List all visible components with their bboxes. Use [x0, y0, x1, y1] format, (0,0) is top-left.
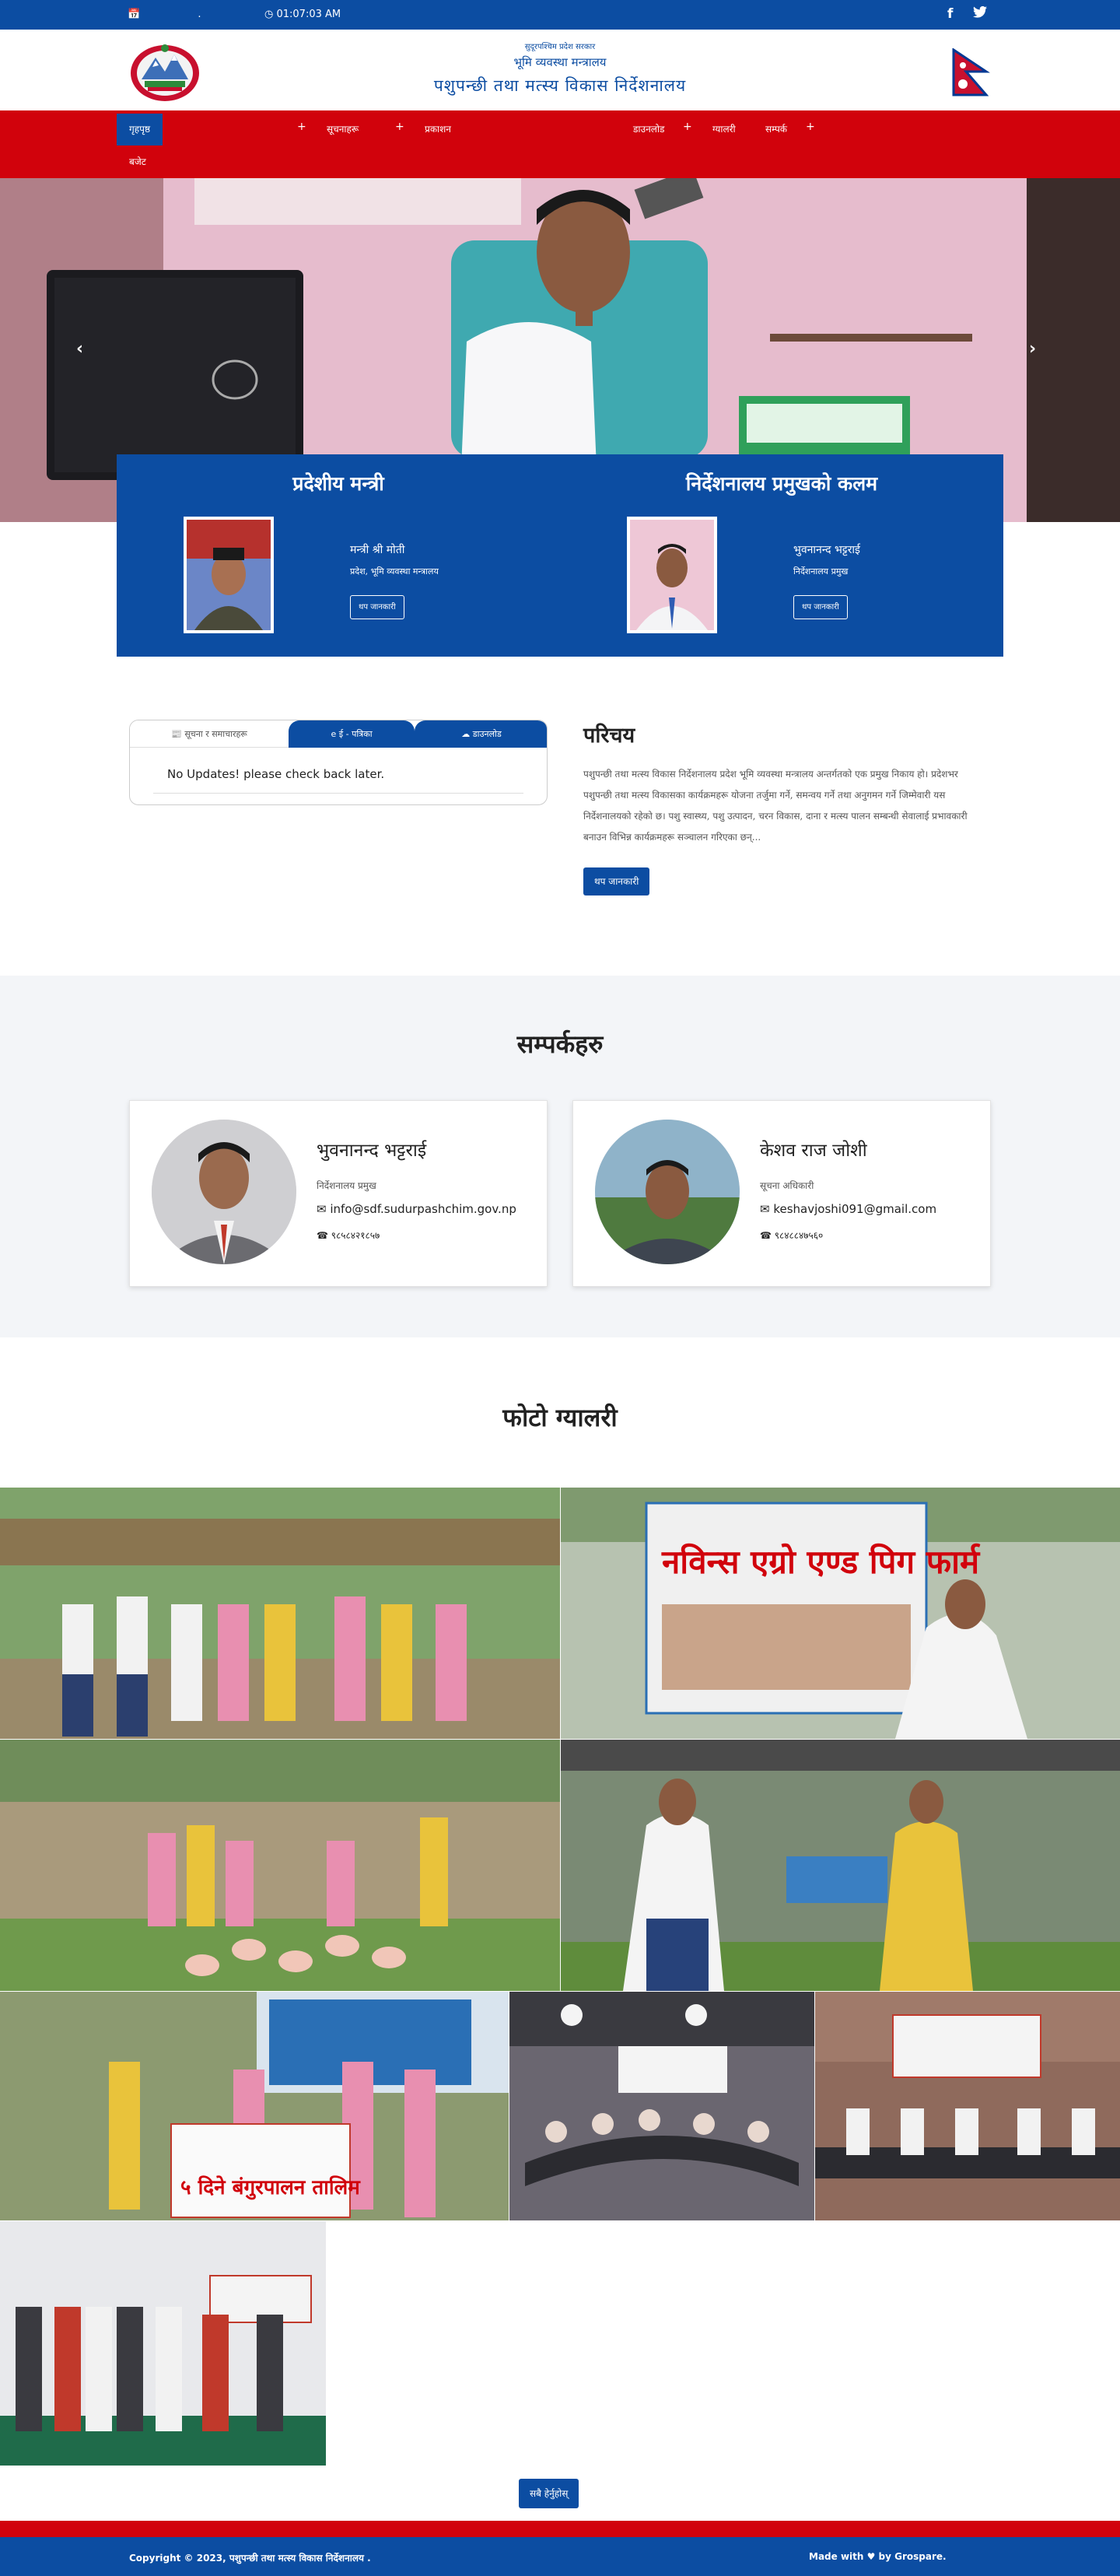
officials-panel: प्रदेशीय मन्त्री निर्देशनालय प्रमुखको कल…	[117, 454, 1003, 657]
clock-icon: ◷	[264, 9, 274, 20]
minister-photo	[184, 517, 274, 633]
nepal-flag	[950, 47, 991, 98]
calendar-icon: 📅	[128, 9, 141, 20]
tab-news[interactable]: 📰 सूचना र समाचारहरू	[130, 720, 289, 748]
nav-item-contact[interactable]: सम्पर्क	[753, 114, 800, 145]
minister-name: मन्त्री श्री मोती	[350, 544, 405, 556]
contact-photo	[152, 1120, 296, 1264]
contact-name: केशव राज जोशी	[760, 1141, 867, 1161]
plus-icon[interactable]: +	[683, 121, 692, 133]
pig-farm-banner-text: नविन्स एग्रो एण्ड पिग फार्म	[661, 1543, 981, 1581]
contact-email[interactable]: ✉ info@sdf.sudurpashchim.gov.np	[317, 1202, 516, 1216]
chief-section-title: निर्देशनालय प्रमुखको कलम	[685, 472, 878, 495]
site-header: सुदूरपश्चिम प्रदेश सरकार भूमि व्यवस्था म…	[0, 30, 1120, 110]
made-with-text: Made with ♥ by Grospare.	[809, 2551, 947, 2562]
envelope-icon: ✉	[317, 1202, 327, 1216]
chief-role: निर्देशनालय प्रमुख	[793, 566, 849, 577]
minister-role: प्रदेश, भूमि व्यवस्था मन्त्रालय	[350, 566, 439, 577]
envelope-icon: ✉	[760, 1202, 770, 1216]
plus-icon[interactable]: +	[806, 121, 815, 133]
plus-icon[interactable]: +	[297, 121, 306, 133]
date-text: .	[198, 9, 201, 20]
contact-email[interactable]: ✉ keshavjoshi091@gmail.com	[760, 1202, 936, 1216]
intro-title: परिचय	[583, 724, 635, 748]
minister-more-button[interactable]: थप जानकारी	[350, 595, 404, 619]
nav-item-budget[interactable]: बजेट	[117, 146, 159, 178]
divider	[153, 793, 523, 794]
time-text: 01:07:03 AM	[276, 9, 341, 20]
footer-stripe	[0, 2521, 1120, 2537]
cloud-download-icon: ☁	[461, 729, 471, 739]
contacts-section: सम्पर्कहरु भुवनानन्द भट्टराई निर्देशनालय…	[0, 976, 1120, 1337]
contact-name: भुवनानन्द भट्टराई	[317, 1141, 427, 1161]
newspaper-icon: 📰	[171, 729, 182, 739]
news-tabs: 📰 सूचना र समाचारहरू e ई - पत्रिका ☁ डाउन…	[129, 720, 548, 805]
nav-item-downloads[interactable]: डाउनलोड	[621, 114, 677, 145]
internet-explorer-icon: e	[331, 729, 337, 739]
tab-news-label: सूचना र समाचारहरू	[184, 729, 247, 739]
contact-email-text[interactable]: keshavjoshi091@gmail.com	[773, 1202, 936, 1216]
site-footer: Copyright © 2023, पशुपन्छी तथा मत्स्य वि…	[0, 2537, 1120, 2576]
contact-role: सूचना अधिकारी	[760, 1180, 814, 1191]
gallery-photo[interactable]	[509, 1992, 814, 2220]
phone-icon: ☎	[760, 1230, 772, 1241]
slider-prev-icon[interactable]: ‹	[76, 339, 83, 359]
contact-phone[interactable]: ☎ ९८५८४२१८५७	[317, 1228, 380, 1242]
gallery-title: फोटो ग्यालरी	[502, 1403, 618, 1432]
twitter-icon[interactable]	[973, 5, 987, 22]
time-display: ◷ 01:07:03 AM	[264, 9, 341, 20]
training-banner-text: ५ दिने बंगुरपालन तालिम	[180, 2175, 361, 2200]
contacts-title: सम्पर्कहरु	[516, 1029, 604, 1059]
copyright-text: Copyright © 2023, पशुपन्छी तथा मत्स्य वि…	[129, 2553, 371, 2564]
gallery-photo[interactable]	[815, 1992, 1120, 2220]
intro-text: पशुपन्छी तथा मत्स्य विकास निर्देशनालय प्…	[583, 769, 968, 843]
tab-downloads[interactable]: ☁ डाउनलोड	[415, 720, 547, 748]
plus-icon[interactable]: +	[395, 121, 404, 133]
facebook-icon[interactable]: f	[947, 6, 953, 22]
nav-item-home[interactable]: गृहपृष्ठ	[117, 114, 163, 145]
date-display: 📅 .	[128, 9, 201, 20]
contact-card: केशव राज जोशी सूचना अधिकारी ✉ keshavjosh…	[572, 1100, 991, 1287]
nav-item-gallery[interactable]: ग्यालरी	[700, 114, 748, 145]
no-updates-message: No Updates! please check back later.	[167, 767, 385, 781]
main-nav: गृहपृष्ठ + सूचनाहरू + प्रकाशन डाउनलोड + …	[0, 110, 1120, 178]
gallery-photo[interactable]	[561, 1740, 1120, 1991]
contact-email-text[interactable]: info@sdf.sudurpashchim.gov.np	[330, 1202, 516, 1216]
top-bar: 📅 . ◷ 01:07:03 AM f	[0, 0, 1120, 30]
chief-more-button[interactable]: थप जानकारी	[793, 595, 848, 619]
contact-card: भुवनानन्द भट्टराई निर्देशनालय प्रमुख ✉ i…	[129, 1100, 548, 1287]
contact-phone-text[interactable]: ९८४८८४७५६०	[775, 1230, 823, 1241]
tab-e-magazine[interactable]: e ई - पत्रिका	[289, 720, 415, 748]
gallery-photo[interactable]	[0, 2221, 326, 2466]
gallery-photo[interactable]: नविन्स एग्रो एण्ड पिग फार्म	[561, 1488, 1120, 1739]
minister-section-title: प्रदेशीय मन्त्री	[292, 472, 384, 495]
chief-photo	[627, 517, 717, 633]
slider-next-icon[interactable]: ›	[1029, 339, 1036, 359]
contact-photo	[595, 1120, 740, 1264]
contact-phone-text[interactable]: ९८५८४२१८५७	[331, 1230, 380, 1241]
gallery-photo[interactable]: ५ दिने बंगुरपालन तालिम	[0, 1992, 509, 2220]
gallery-photo[interactable]	[0, 1740, 560, 1991]
contact-phone[interactable]: ☎ ९८४८८४७५६०	[760, 1228, 823, 1242]
contact-role: निर्देशनालय प्रमुख	[317, 1180, 376, 1191]
phone-icon: ☎	[317, 1230, 328, 1241]
intro-more-button[interactable]: थप जानकारी	[583, 867, 650, 895]
nav-item-notices[interactable]: सूचनाहरू	[314, 114, 371, 145]
chief-name: भुवनानन्द भट्टराई	[793, 544, 860, 556]
nav-item-publications[interactable]: प्रकाशन	[412, 114, 464, 145]
tab-e-magazine-label: ई - पत्रिका	[338, 729, 373, 739]
gallery-photo[interactable]	[0, 1488, 560, 1739]
tab-downloads-label: डाउनलोड	[472, 729, 502, 739]
view-all-gallery-button[interactable]: सबै हेर्नुहोस्	[519, 2479, 579, 2508]
